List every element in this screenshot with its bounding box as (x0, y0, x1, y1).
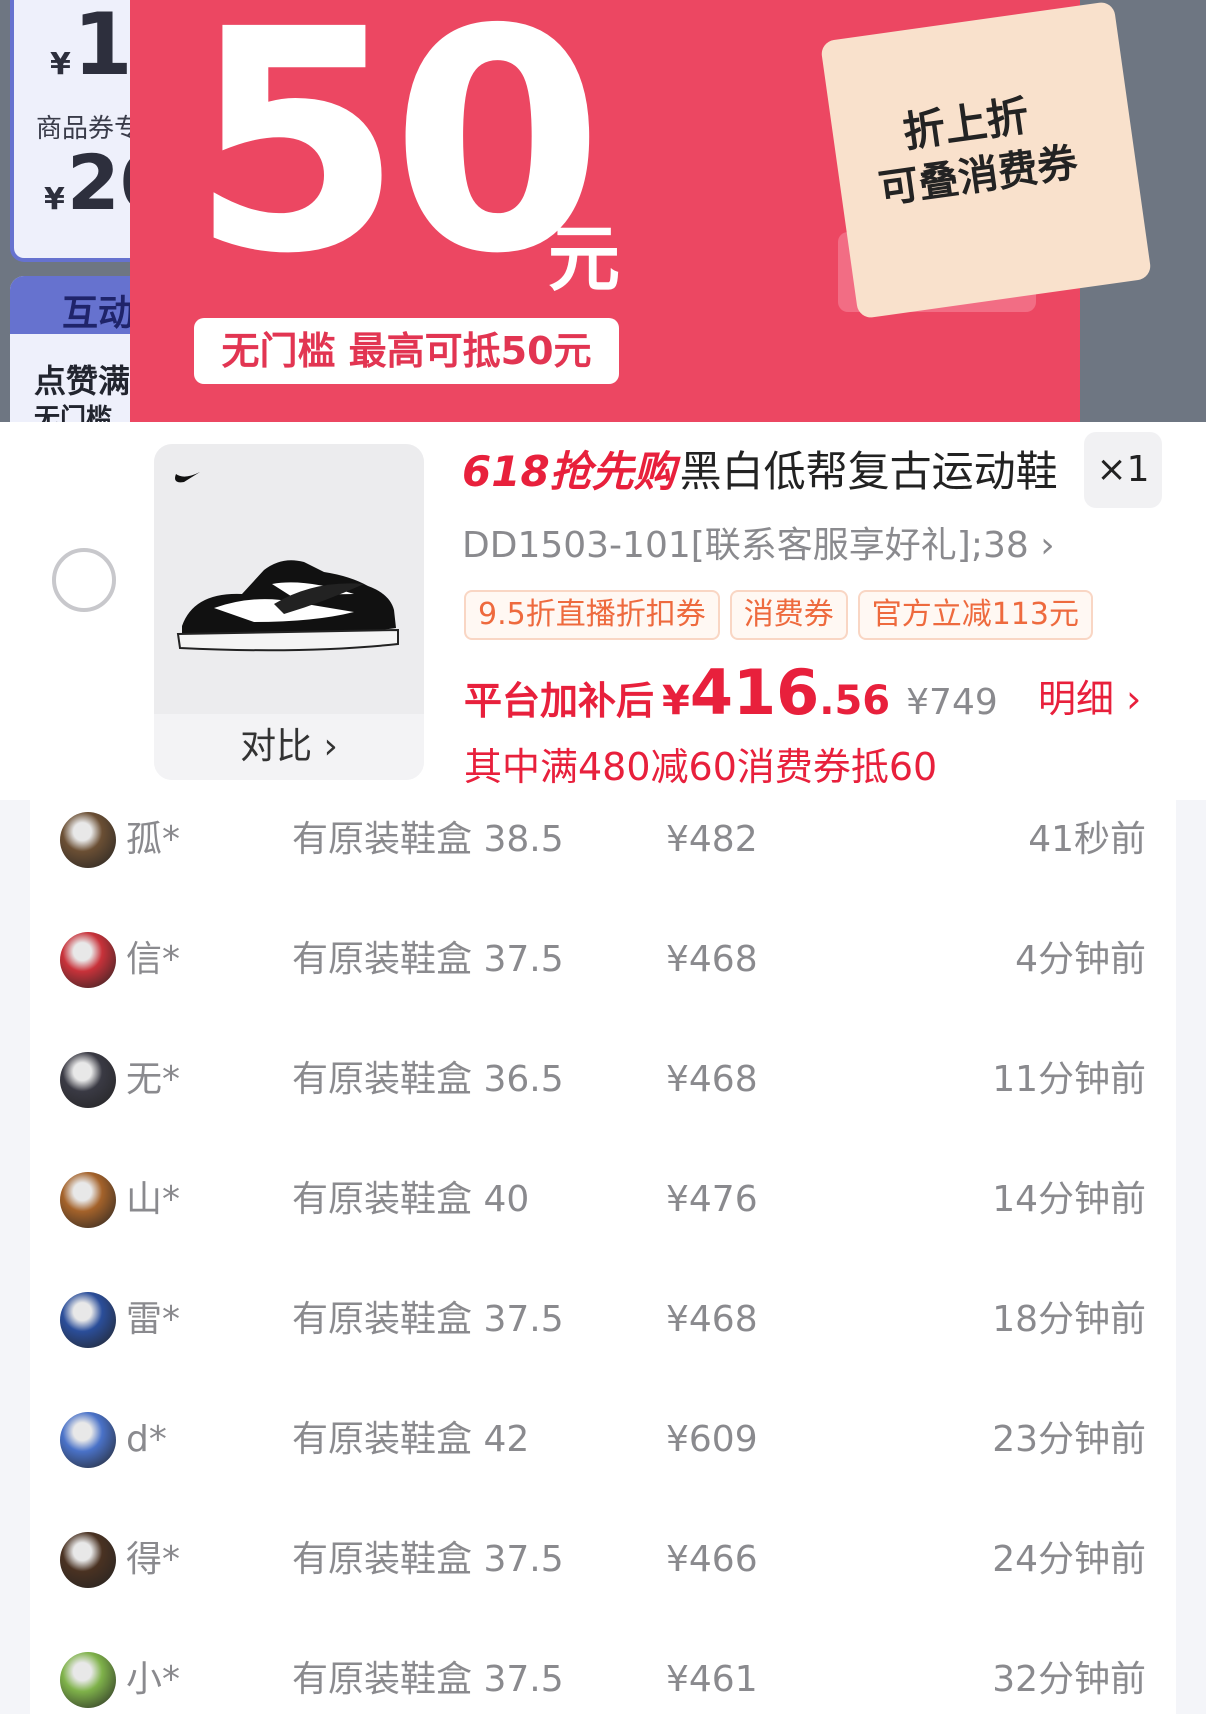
buyer-price: ¥482 (666, 819, 758, 860)
buyer-name: 得* (126, 1539, 181, 1580)
price-currency: ¥ (662, 678, 690, 724)
coupon-banner: ¥10 商品券专 ¥20 互动 点赞满 无门槛 50 元 无门槛 最高可抵50元… (0, 0, 1206, 422)
buyer-price: ¥466 (666, 1539, 758, 1580)
tag-consumer-coupon: 消费券 (729, 590, 848, 640)
list-item: 孤* 有原装鞋盒 38.5 ¥482 41秒前 (30, 806, 1176, 926)
buyer-name: d* (126, 1419, 167, 1460)
buyer-time: 4分钟前 (1015, 939, 1146, 980)
list-item: 无* 有原装鞋盒 36.5 ¥468 11分钟前 (30, 1046, 1176, 1166)
coupon-amount: 50 (190, 0, 604, 321)
stackable-ticket: 折上折 可叠消费券 (819, 0, 1153, 320)
product-title[interactable]: 618抢先购黑白低帮复古运动鞋 (462, 444, 1058, 500)
price-integer: 416 (689, 656, 820, 729)
interaction-text-1: 点赞满 (34, 362, 131, 400)
coupon-unit: 元 (548, 217, 621, 301)
list-item: 得* 有原装鞋盒 37.5 ¥466 24分钟前 (30, 1526, 1176, 1646)
tag-official-reduction: 官方立减113元 (857, 590, 1093, 640)
discount-tags: 9.5折直播折扣券 消费券 官方立减113元 (464, 590, 1103, 640)
avatar (60, 812, 116, 868)
buyer-box-size: 有原装鞋盒 36.5 (292, 1059, 564, 1100)
list-item: 信* 有原装鞋盒 37.5 ¥468 4分钟前 (30, 926, 1176, 1046)
sku-selector[interactable]: DD1503-101[联系客服享好礼];38 › (462, 516, 1055, 568)
buyer-time: 18分钟前 (992, 1299, 1146, 1340)
buyer-price: ¥476 (666, 1179, 758, 1220)
product-name: 黑白低帮复古运动鞋 (679, 447, 1058, 496)
list-item: 小* 有原装鞋盒 37.5 ¥461 32分钟前 (30, 1646, 1176, 1714)
buyer-price: ¥461 (666, 1659, 758, 1700)
buyer-box-size: 有原装鞋盒 38.5 (292, 819, 564, 860)
quantity-badge[interactable]: ×1 (1084, 432, 1162, 508)
price-detail-link[interactable]: 明细 › (1038, 668, 1141, 723)
buyer-time: 41秒前 (1028, 819, 1146, 860)
buyer-box-size: 有原装鞋盒 37.5 (292, 1659, 564, 1700)
avatar (60, 1652, 116, 1708)
product-thumbnail[interactable]: 对比 › (154, 444, 424, 780)
buyer-price: ¥609 (666, 1419, 758, 1460)
buyer-time: 14分钟前 (992, 1179, 1146, 1220)
buyer-name: 孤* (126, 819, 181, 860)
interaction-tab-label: 互动 (62, 293, 135, 334)
avatar (60, 1292, 116, 1348)
list-item: d* 有原装鞋盒 42 ¥609 23分钟前 (30, 1406, 1176, 1526)
buyer-time: 24分钟前 (992, 1539, 1146, 1580)
buyer-price: ¥468 (666, 1299, 758, 1340)
coupon-note: 其中满480减60消费券抵60 (464, 745, 938, 789)
avatar (60, 1532, 116, 1588)
price-label: 平台加补后 (464, 679, 655, 723)
buyer-name: 小* (126, 1659, 181, 1700)
tag-live-discount: 9.5折直播折扣券 (464, 590, 720, 640)
coupon-threshold-pill: 无门槛 最高可抵50元 (194, 318, 619, 384)
promo-prefix: 618抢先购 (462, 447, 676, 496)
buyer-time: 32分钟前 (992, 1659, 1146, 1700)
buyer-time: 23分钟前 (992, 1419, 1146, 1460)
avatar (60, 1052, 116, 1108)
sneaker-image (154, 444, 424, 714)
compare-button[interactable]: 对比 › (154, 714, 424, 780)
buyer-box-size: 有原装鞋盒 37.5 (292, 1539, 564, 1580)
buyer-price: ¥468 (666, 939, 758, 980)
avatar (60, 1172, 116, 1228)
recent-buyers-list: 孤* 有原装鞋盒 38.5 ¥482 41秒前信* 有原装鞋盒 37.5 ¥468 4分钟前… (30, 800, 1176, 1714)
interaction-text-2: 无门槛 (34, 404, 113, 422)
select-item-radio[interactable] (52, 548, 116, 612)
buyer-box-size: 有原装鞋盒 42 (292, 1419, 530, 1460)
price-decimal: .56 (819, 678, 891, 724)
buyer-name: 无* (126, 1059, 181, 1100)
buyer-box-size: 有原装鞋盒 37.5 (292, 939, 564, 980)
buyer-time: 11分钟前 (992, 1059, 1146, 1100)
buyer-box-size: 有原装鞋盒 37.5 (292, 1299, 564, 1340)
final-price: 平台加补后 ¥416.56 ¥749 (464, 656, 998, 730)
buyer-name: 信* (126, 939, 181, 980)
buyer-box-size: 有原装鞋盒 40 (292, 1179, 530, 1220)
original-price: ¥749 (906, 682, 998, 723)
buyer-name: 雷* (126, 1299, 181, 1340)
buyer-price: ¥468 (666, 1059, 758, 1100)
avatar (60, 932, 116, 988)
list-item: 雷* 有原装鞋盒 37.5 ¥468 18分钟前 (30, 1286, 1176, 1406)
buyer-name: 山* (126, 1179, 181, 1220)
list-item: 山* 有原装鞋盒 40 ¥476 14分钟前 (30, 1166, 1176, 1286)
avatar (60, 1412, 116, 1468)
